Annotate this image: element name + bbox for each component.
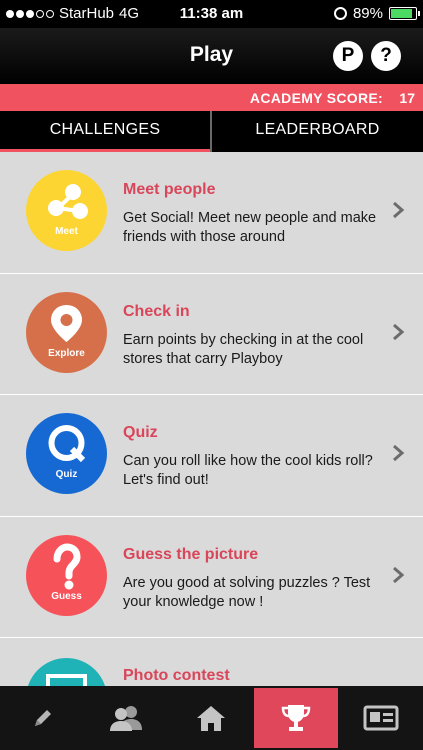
academy-score-label: ACADEMY SCORE: [249,90,383,106]
academy-score-bar: ACADEMY SCORE: 17 [0,84,423,111]
challenge-row-meet-people[interactable]: Meet Meet people Get Social! Meet new pe… [0,152,423,274]
icon-caption: Quiz [55,469,78,480]
navigation-bar: Play P ? [0,28,423,84]
alarm-icon [333,7,347,20]
pencil-icon [34,710,51,726]
status-right: 89% [333,5,420,22]
trophy-icon [281,705,311,731]
location-pin-icon: Explore [26,291,107,373]
segment-tabs: CHALLENGES LEADERBOARD [0,111,423,152]
challenge-title: Guess the picture [123,545,259,563]
challenge-title: Meet people [123,181,216,198]
friends-icon [110,706,142,731]
challenge-description: Are you good at solving puzzles ? Test y… [123,574,371,610]
challenge-list: Meet Meet people Get Social! Meet new pe… [0,152,423,750]
play-screen: StarHub 4G 11:38 am 89% Play P ? ACADEMY… [0,0,423,750]
tab-challenges[interactable]: CHALLENGES [0,111,210,152]
tab-challenges-active[interactable] [254,688,338,748]
tab-friends[interactable] [85,686,169,750]
challenge-title: Quiz [123,424,158,441]
status-bar: StarHub 4G 11:38 am 89% [0,0,423,28]
icon-caption: Explore [48,347,85,359]
challenge-row-check-in[interactable]: Explore Check in Earn points by checking… [0,273,423,395]
challenge-description: Get Social! Meet new people and make fri… [123,210,377,245]
tab-news[interactable] [338,686,423,750]
tab-leaderboard[interactable]: LEADERBOARD [212,111,423,152]
tab-home[interactable] [169,686,253,750]
bottom-tab-bar [0,686,423,750]
icon-caption: Meet [55,226,78,237]
challenge-description: Can you roll like how the cool kids roll… [123,453,373,488]
chevron-right-icon [393,566,405,583]
challenge-description: Earn points by checking in at the cool s… [123,331,364,367]
challenge-title: Check in [123,302,190,320]
challenge-row-quiz[interactable]: Quiz Quiz Can you roll like how the cool… [0,395,423,517]
help-button[interactable]: ? [371,41,401,71]
people-network-icon: Meet [26,170,107,251]
home-icon [197,706,225,731]
chevron-right-icon [393,323,405,340]
points-button[interactable]: P [333,41,363,71]
battery-icon [389,7,420,20]
chevron-right-icon [393,444,405,462]
challenge-row-guess-the-picture[interactable]: Guess Guess the picture Are you good at … [0,516,423,638]
battery-percent: 89% [352,5,383,22]
question-mark-icon: Guess [26,534,107,616]
challenge-title: Photo contest [123,667,230,684]
tab-compose[interactable] [0,686,85,750]
news-card-icon [363,705,398,731]
quiz-q-icon: Quiz [26,413,107,494]
chevron-right-icon [393,201,405,219]
icon-caption: Guess [51,590,82,602]
academy-score-value: 17 [399,90,415,106]
